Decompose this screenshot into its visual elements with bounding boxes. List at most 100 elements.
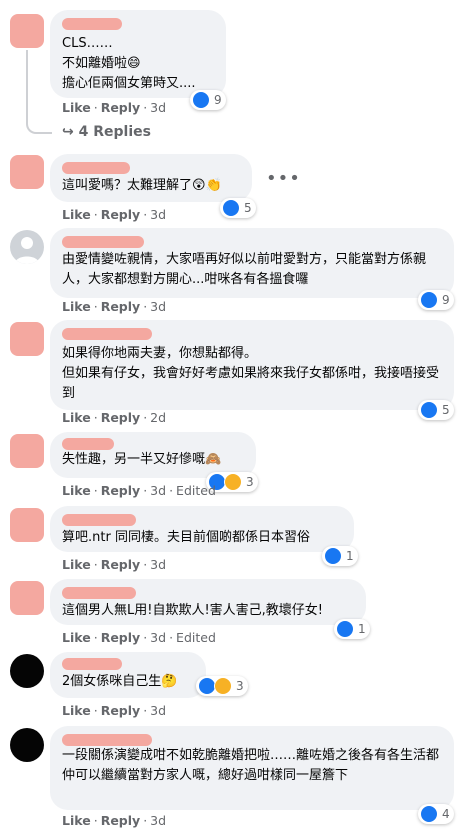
like-link[interactable]: Like [62,703,91,718]
reaction-count: 5 [442,403,450,417]
avatar[interactable] [10,581,44,615]
like-link[interactable]: Like [62,630,91,645]
haha-reaction-icon [214,677,232,695]
comment: 這個男人無L用!自欺欺人!害人害己,教壞仔女! 1 Like · Reply · 3d ·… [0,577,463,649]
reaction-count: 9 [214,93,222,107]
like-link[interactable]: Like [62,100,91,115]
reply-link[interactable]: Reply [101,100,140,115]
comment-actions: Like · Reply · 3d [62,703,167,718]
more-options-icon[interactable]: ••• [266,168,301,189]
redacted-author-name[interactable] [62,514,136,526]
reaction-count: 3 [236,679,244,693]
comment-bubble: CLS…… 不如離婚啦😄 擔心佢兩個女第時又.... [50,10,226,98]
comment-timestamp[interactable]: 2d [150,410,166,425]
redacted-author-name[interactable] [62,328,152,340]
like-link[interactable]: Like [62,410,91,425]
comment-actions: Like · Reply · 3d [62,299,167,314]
reply-link[interactable]: Reply [101,630,140,645]
reaction-summary[interactable]: 1 [322,546,358,566]
avatar-placeholder[interactable] [10,230,44,264]
avatar[interactable] [10,322,44,356]
avatar[interactable] [10,728,44,762]
reaction-summary[interactable]: 5 [220,198,256,218]
like-reaction-icon [192,91,210,109]
comment-bubble: 由愛情變咗親情，大家唔再好似以前咁愛對方，只能當對方係親人，大家都想對方開心..… [50,228,454,298]
avatar[interactable] [10,155,44,189]
comment: 一段關係演變成咁不如乾脆離婚把啦……離咗婚之後各有各生活都仲可以繼續當對方家人嘅… [0,724,463,831]
comment: 2個女係咪自己生🤔 3 Like · Reply · 3d [0,650,463,722]
like-reaction-icon [420,291,438,309]
comment-timestamp[interactable]: 3d [150,299,166,314]
like-reaction-icon [222,199,240,217]
redacted-author-name[interactable] [62,587,136,599]
redacted-author-name[interactable] [62,236,144,248]
comment: 由愛情變咗親情，大家唔再好似以前咁愛對方，只能當對方係親人，大家都想對方開心..… [0,226,463,318]
comment-text: 如果得你地兩夫妻，你想點都得。 但如果有仔女，我會好好考慮如果將來我仔女都係咁，… [62,346,440,401]
comment-bubble: 這叫愛嗎？太難理解了😲👏 [50,154,252,202]
comment-actions: Like · Reply · 3d [62,557,167,572]
avatar[interactable] [10,434,44,468]
reaction-count: 3 [246,475,254,489]
redacted-author-name[interactable] [62,734,152,746]
reaction-count: 1 [358,622,366,636]
avatar[interactable] [10,508,44,542]
reply-link[interactable]: Reply [101,703,140,718]
comment-text: CLS…… 不如離婚啦😄 擔心佢兩個女第時又.... [62,36,196,91]
reply-thread-line [26,50,52,134]
comment: 如果得你地兩夫妻，你想點都得。 但如果有仔女，我會好好考慮如果將來我仔女都係咁，… [0,318,463,430]
avatar[interactable] [10,14,44,48]
like-reaction-icon [336,620,354,638]
comment-timestamp[interactable]: 3d [150,207,166,222]
redacted-author-name[interactable] [62,658,122,670]
reaction-summary[interactable]: 3 [196,676,248,696]
comment-timestamp[interactable]: 3d [150,557,166,572]
view-replies-link[interactable]: ↪ 4 Replies [62,124,151,140]
reaction-summary[interactable]: 5 [418,400,454,420]
sad-reaction-icon [224,473,242,491]
comment-actions: Like · Reply · 2d [62,410,167,425]
like-link[interactable]: Like [62,483,91,498]
reply-link[interactable]: Reply [101,813,140,828]
reply-link[interactable]: Reply [101,410,140,425]
reply-link[interactable]: Reply [101,207,140,222]
comment-timestamp[interactable]: 3d [150,703,166,718]
comment-actions: Like · Reply · 3d [62,100,167,115]
like-reaction-icon [420,805,438,823]
like-reaction-icon [324,547,342,565]
redacted-author-name[interactable] [62,18,122,30]
reaction-summary[interactable]: 1 [334,619,370,639]
reaction-summary[interactable]: 4 [418,804,454,824]
comment: 這叫愛嗎？太難理解了😲👏 ••• 5 Like · Reply · 3d [0,150,463,228]
comment-timestamp[interactable]: 3d [150,483,166,498]
like-link[interactable]: Like [62,813,91,828]
comment-bubble: 這個男人無L用!自欺欺人!害人害己,教壞仔女! [50,579,366,625]
redacted-author-name[interactable] [62,162,130,174]
redacted-author-name[interactable] [62,438,114,450]
comment-timestamp[interactable]: 3d [150,630,166,645]
comment-actions: Like · Reply · 3d [62,207,167,222]
like-link[interactable]: Like [62,207,91,222]
comment-text: 失性趣，另一半又好慘嘅🙈 [62,452,222,467]
comment-timestamp[interactable]: 3d [150,813,166,828]
reaction-count: 9 [442,293,450,307]
reaction-count: 4 [442,807,450,821]
comment-timestamp[interactable]: 3d [150,100,166,115]
comment-actions: Like · Reply · 3d · Edited [62,630,216,645]
comment: 算吧.ntr 同同棲。夫目前個啲都係日本習俗 1 Like · Reply · 3d [0,504,463,576]
reaction-count: 1 [346,549,354,563]
comment-bubble: 如果得你地兩夫妻，你想點都得。 但如果有仔女，我會好好考慮如果將來我仔女都係咁，… [50,320,454,410]
avatar[interactable] [10,654,44,688]
comment-bubble: 一段關係演變成咁不如乾脆離婚把啦……離咗婚之後各有各生活都仲可以繼續當對方家人嘅… [50,726,454,810]
like-link[interactable]: Like [62,557,91,572]
reply-link[interactable]: Reply [101,557,140,572]
reply-link[interactable]: Reply [101,299,140,314]
comment-text: 由愛情變咗親情，大家唔再好似以前咁愛對方，只能當對方係親人，大家都想對方開心..… [62,252,427,287]
like-link[interactable]: Like [62,299,91,314]
default-user-icon [15,237,39,264]
comment: CLS…… 不如離婚啦😄 擔心佢兩個女第時又.... 9 Like · Reply ·… [0,0,463,120]
comment-text: 這個男人無L用!自欺欺人!害人害己,教壞仔女! [62,603,324,618]
reaction-summary[interactable]: 9 [418,290,454,310]
reaction-summary[interactable]: 9 [190,90,226,110]
comment-text: 這叫愛嗎？太難理解了😲👏 [62,178,222,193]
reply-link[interactable]: Reply [101,483,140,498]
